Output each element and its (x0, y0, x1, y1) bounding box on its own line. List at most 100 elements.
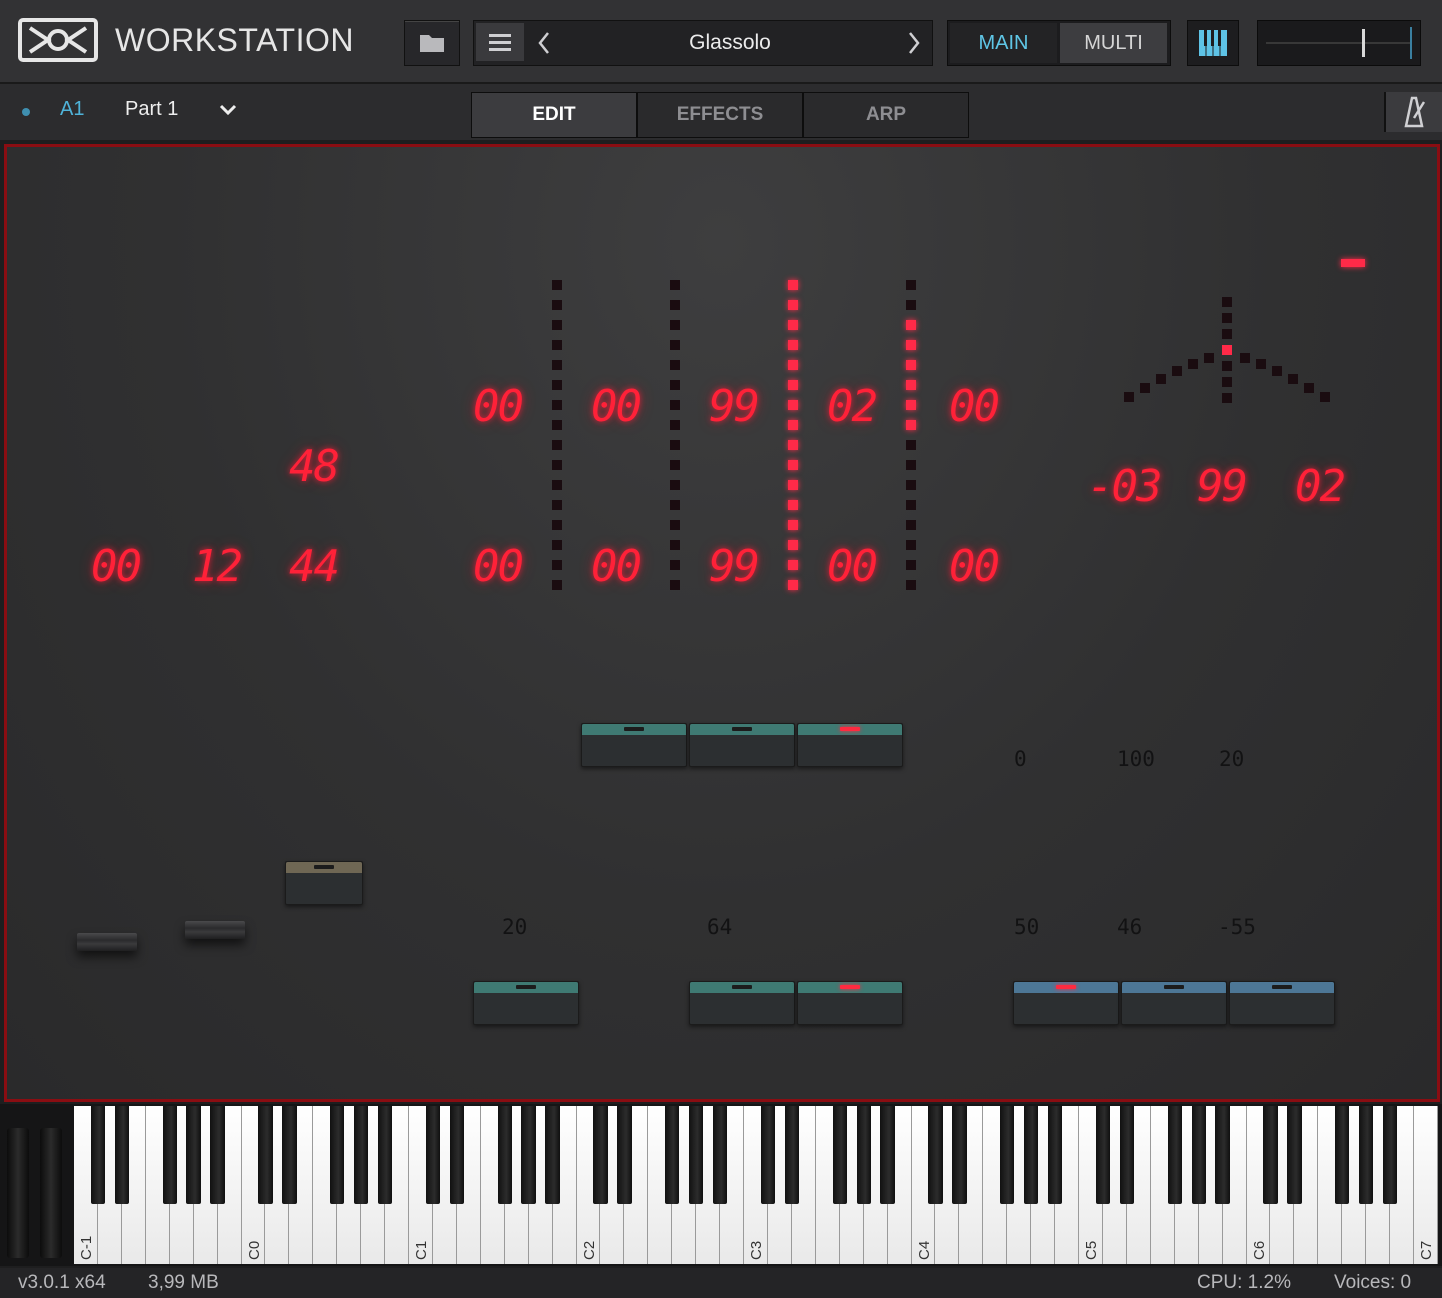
black-key[interactable] (210, 1106, 225, 1204)
led-segment (552, 420, 562, 430)
black-key[interactable] (617, 1106, 632, 1204)
keyboard-toggle-button[interactable] (1187, 20, 1239, 66)
led-segment (670, 320, 680, 330)
led-segment (670, 340, 680, 350)
tab-edit[interactable]: EDIT (471, 92, 637, 138)
black-key[interactable] (186, 1106, 201, 1204)
part-name[interactable]: Part 1 (125, 98, 178, 121)
led-segment (552, 280, 562, 290)
parameter-pad[interactable] (689, 723, 795, 767)
led-display: 99 (1197, 461, 1248, 512)
black-key[interactable] (832, 1106, 847, 1204)
parameter-pad[interactable] (581, 723, 687, 767)
black-key[interactable] (258, 1106, 273, 1204)
led-segment (788, 440, 798, 450)
black-key[interactable] (449, 1106, 465, 1204)
black-key[interactable] (1215, 1106, 1230, 1204)
black-key[interactable] (114, 1106, 130, 1204)
black-key[interactable] (1359, 1106, 1374, 1204)
octave-label: C4 (915, 1240, 933, 1260)
black-key[interactable] (712, 1106, 728, 1204)
led-segment (906, 300, 916, 310)
preset-menu-button[interactable] (476, 23, 524, 61)
parameter-pad-active[interactable] (1013, 981, 1119, 1025)
parameter-pad[interactable] (473, 981, 579, 1025)
led-segment (552, 320, 562, 330)
black-key[interactable] (688, 1106, 704, 1204)
led-segment (670, 480, 680, 490)
mod-wheel[interactable] (40, 1128, 62, 1258)
black-key[interactable] (377, 1106, 393, 1204)
black-key[interactable] (880, 1106, 895, 1204)
black-key[interactable] (928, 1106, 943, 1204)
black-key[interactable] (593, 1106, 608, 1204)
fader-handle[interactable] (77, 933, 137, 951)
led-segment (552, 440, 562, 450)
browser-button[interactable] (404, 20, 460, 66)
black-key[interactable] (952, 1106, 967, 1204)
led-segment (788, 540, 798, 550)
metronome-icon (1404, 96, 1426, 128)
next-preset-chevron-icon[interactable] (906, 30, 922, 56)
metronome-button[interactable] (1384, 92, 1442, 132)
value-label: -55 (1218, 915, 1256, 939)
black-key[interactable] (1047, 1106, 1063, 1204)
multi-view-button[interactable]: MULTI (1060, 23, 1167, 63)
virtual-keyboard-area: C-1 C0 C1 C2 C3 C4 C5 C6 C7 (0, 1104, 1442, 1266)
led-segment (906, 340, 916, 350)
led-segment (788, 460, 798, 470)
parameter-pad[interactable] (1121, 981, 1227, 1025)
uvi-logo-icon (18, 18, 98, 62)
parameter-pad[interactable] (285, 861, 363, 905)
led-segment (552, 360, 562, 370)
black-key[interactable] (521, 1106, 536, 1204)
black-key[interactable] (545, 1106, 560, 1204)
led-segment (906, 540, 916, 550)
parameter-pad-active[interactable] (797, 981, 903, 1025)
octave-label: C0 (245, 1240, 263, 1260)
black-key[interactable] (282, 1106, 297, 1204)
status-bar: v3.0.1 x64 3,99 MB CPU: 1.2% Voices: 0 (0, 1268, 1442, 1298)
black-key[interactable] (1287, 1106, 1302, 1204)
black-key[interactable] (1119, 1106, 1135, 1204)
chevron-down-icon[interactable] (218, 100, 238, 120)
led-display: 00 (827, 541, 878, 592)
tab-arp[interactable]: ARP (803, 92, 969, 138)
value-label: 50 (1014, 915, 1040, 939)
black-key[interactable] (856, 1106, 871, 1204)
black-key[interactable] (497, 1106, 512, 1204)
main-view-button[interactable]: MAIN (950, 23, 1057, 63)
black-key[interactable] (330, 1106, 345, 1204)
parameter-pad[interactable] (1229, 981, 1335, 1025)
black-key[interactable] (90, 1106, 106, 1204)
piano-keyboard[interactable]: C-1 C0 C1 C2 C3 C4 C5 C6 C7 (74, 1106, 1438, 1264)
fader-handle[interactable] (185, 921, 245, 939)
master-volume-slider[interactable] (1257, 20, 1421, 66)
black-key[interactable] (1024, 1106, 1039, 1204)
value-label: 0 (1014, 747, 1027, 771)
part-bar: A1 Part 1 EDIT EFFECTS ARP (0, 84, 1442, 140)
black-key[interactable] (1382, 1106, 1398, 1204)
octave-label: C7 (1418, 1240, 1436, 1260)
black-key[interactable] (162, 1106, 177, 1204)
black-key[interactable] (665, 1106, 680, 1204)
preset-name[interactable]: Glassolo (534, 21, 926, 65)
black-key[interactable] (1191, 1106, 1206, 1204)
voices-label: Voices: 0 (1334, 1272, 1412, 1293)
black-key[interactable] (353, 1106, 369, 1204)
tab-effects[interactable]: EFFECTS (637, 92, 803, 138)
black-key[interactable] (784, 1106, 800, 1204)
black-key[interactable] (760, 1106, 776, 1204)
black-key[interactable] (1000, 1106, 1015, 1204)
black-key[interactable] (1095, 1106, 1111, 1204)
led-segment (906, 360, 916, 370)
parameter-pad-active[interactable] (797, 723, 903, 767)
black-key[interactable] (1335, 1106, 1350, 1204)
parameter-pad[interactable] (689, 981, 795, 1025)
black-key[interactable] (1263, 1106, 1278, 1204)
pitch-wheel[interactable] (7, 1128, 29, 1258)
black-key[interactable] (425, 1106, 441, 1204)
envelope-curve-display (1124, 297, 1330, 403)
value-label: 20 (502, 915, 528, 939)
black-key[interactable] (1167, 1106, 1182, 1204)
